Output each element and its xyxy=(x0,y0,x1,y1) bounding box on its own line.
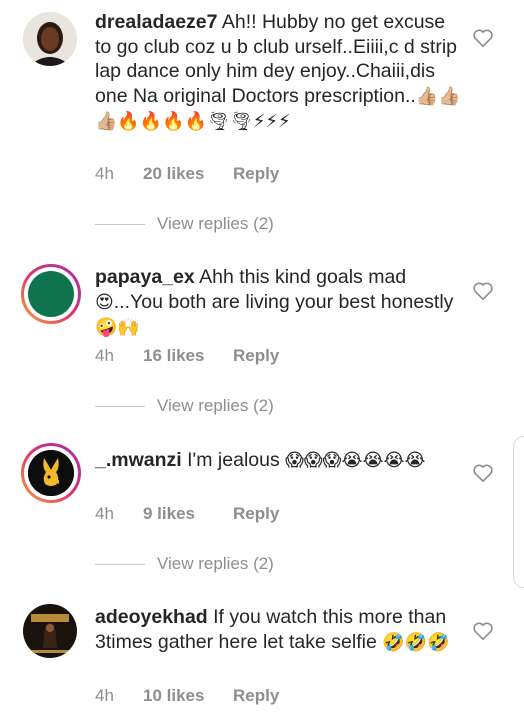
comment-time: 4h xyxy=(95,504,114,523)
comment-likes[interactable]: 16 likes xyxy=(143,346,233,366)
divider xyxy=(95,563,145,565)
avatar[interactable] xyxy=(23,604,77,658)
heart-icon[interactable] xyxy=(472,28,494,48)
comment-body: papaya_ex Ahh this kind goals mad 😍...Yo… xyxy=(95,265,465,341)
comment-meta: 4h 20 likes Reply xyxy=(95,164,279,184)
comment-time: 4h xyxy=(95,164,114,183)
view-replies-label: View replies (2) xyxy=(157,214,274,233)
comment-meta: 4h 9 likes Reply xyxy=(95,504,279,524)
reply-button[interactable]: Reply xyxy=(233,164,279,184)
comment-username[interactable]: _.mwanzi xyxy=(95,449,182,471)
comment-likes[interactable]: 9 likes xyxy=(143,504,233,524)
comment-username[interactable]: drealadaeze7 xyxy=(95,11,218,33)
divider xyxy=(95,405,145,407)
comment-likes[interactable]: 20 likes xyxy=(143,164,233,184)
comment-emoji: 😱😱😱😭😭😭😭 xyxy=(285,450,426,471)
heart-icon[interactable] xyxy=(472,281,494,301)
person-photo-icon xyxy=(23,12,77,66)
comment-time: 4h xyxy=(95,346,114,365)
view-replies-button[interactable]: View replies (2) xyxy=(95,396,274,416)
comment-username[interactable]: adeoyekhad xyxy=(95,606,208,628)
heart-icon[interactable] xyxy=(472,463,494,483)
event-poster-icon xyxy=(23,604,77,658)
comment-time: 4h xyxy=(95,686,114,705)
reply-button[interactable]: Reply xyxy=(233,504,279,524)
view-replies-button[interactable]: View replies (2) xyxy=(95,554,274,574)
comment-text: I'm jealous xyxy=(187,449,280,471)
avatar[interactable] xyxy=(21,443,81,503)
comment-likes[interactable]: 10 likes xyxy=(143,686,233,706)
avatar-image xyxy=(28,450,74,496)
side-panel-handle[interactable] xyxy=(513,436,524,588)
comment-body: adeoyekhad If you watch this more than 3… xyxy=(95,605,465,655)
view-replies-button[interactable]: View replies (2) xyxy=(95,214,274,234)
view-replies-label: View replies (2) xyxy=(157,396,274,415)
comment-emoji: 🤣🤣🤣 xyxy=(382,631,450,653)
comment-meta: 4h 10 likes Reply xyxy=(95,686,279,706)
comment-meta: 4h 16 likes Reply xyxy=(95,346,279,366)
avatar[interactable] xyxy=(21,264,81,324)
avatar-image xyxy=(28,271,74,317)
avatar[interactable] xyxy=(23,12,77,66)
view-replies-label: View replies (2) xyxy=(157,554,274,573)
comment-text: ...You both are living your best honestl… xyxy=(113,290,454,313)
reply-button[interactable]: Reply xyxy=(233,686,279,706)
divider xyxy=(95,223,145,225)
comment-username[interactable]: papaya_ex xyxy=(95,266,195,288)
comment-emoji: 🤪🙌 xyxy=(95,317,140,338)
comment-body: drealadaeze7 Ah!! Hubby no get excuse to… xyxy=(95,10,465,135)
playboy-bunny-logo-icon xyxy=(28,450,74,496)
comment-body: _.mwanzi I'm jealous 😱😱😱😭😭😭😭 xyxy=(95,448,465,474)
comment-text: Ahh this kind goals mad xyxy=(199,266,407,288)
reply-button[interactable]: Reply xyxy=(233,346,279,366)
heart-icon[interactable] xyxy=(472,621,494,641)
comment-emoji: 😍 xyxy=(95,291,114,313)
